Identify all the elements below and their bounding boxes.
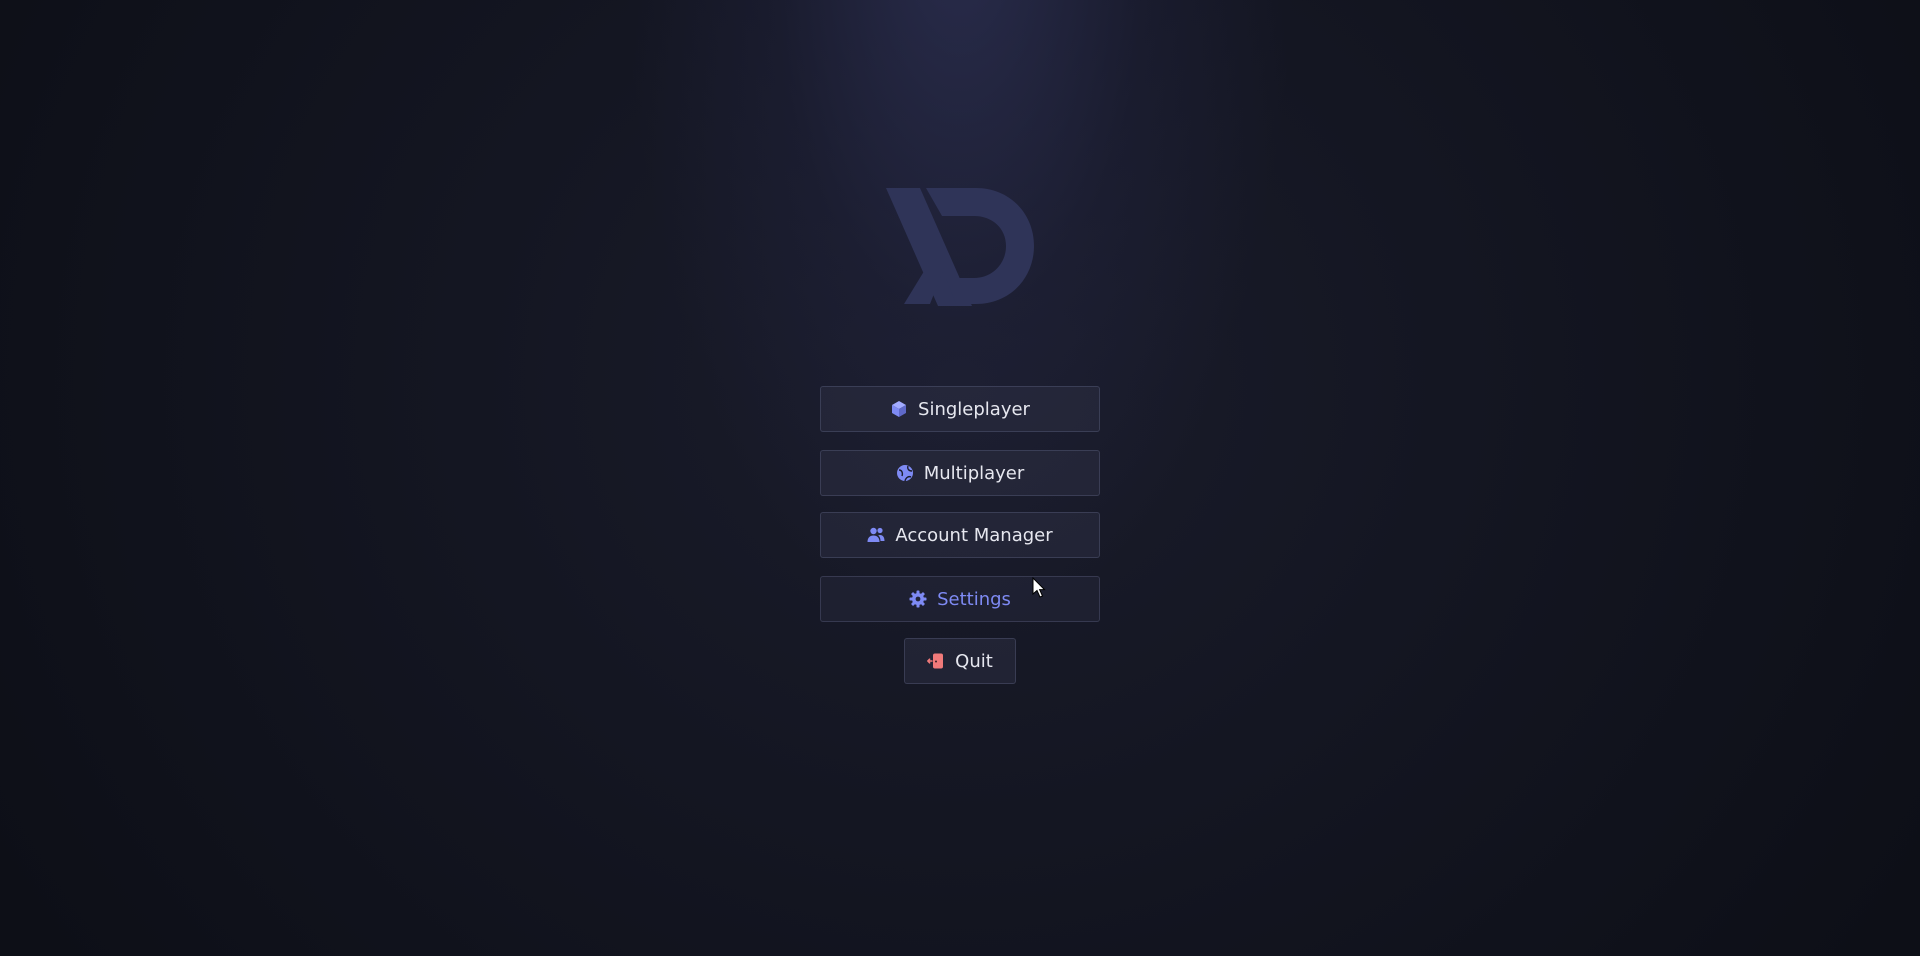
mouse-cursor-icon xyxy=(1032,577,1046,598)
account-manager-label: Account Manager xyxy=(895,524,1053,546)
multiplayer-label: Multiplayer xyxy=(923,462,1025,484)
door-exit-icon xyxy=(927,652,945,670)
singleplayer-label: Singleplayer xyxy=(918,398,1030,420)
singleplayer-button[interactable]: Singleplayer xyxy=(820,386,1100,432)
settings-label: Settings xyxy=(937,588,1011,610)
globe-icon xyxy=(896,464,914,482)
gear-icon xyxy=(909,590,927,608)
quit-button[interactable]: Quit xyxy=(904,638,1016,684)
users-icon xyxy=(867,526,885,544)
multiplayer-button[interactable]: Multiplayer xyxy=(820,450,1100,496)
account-manager-button[interactable]: Account Manager xyxy=(820,512,1100,558)
game-logo xyxy=(886,188,1034,306)
settings-button[interactable]: Settings xyxy=(820,576,1100,622)
quit-label: Quit xyxy=(955,650,993,672)
cube-icon xyxy=(890,400,908,418)
